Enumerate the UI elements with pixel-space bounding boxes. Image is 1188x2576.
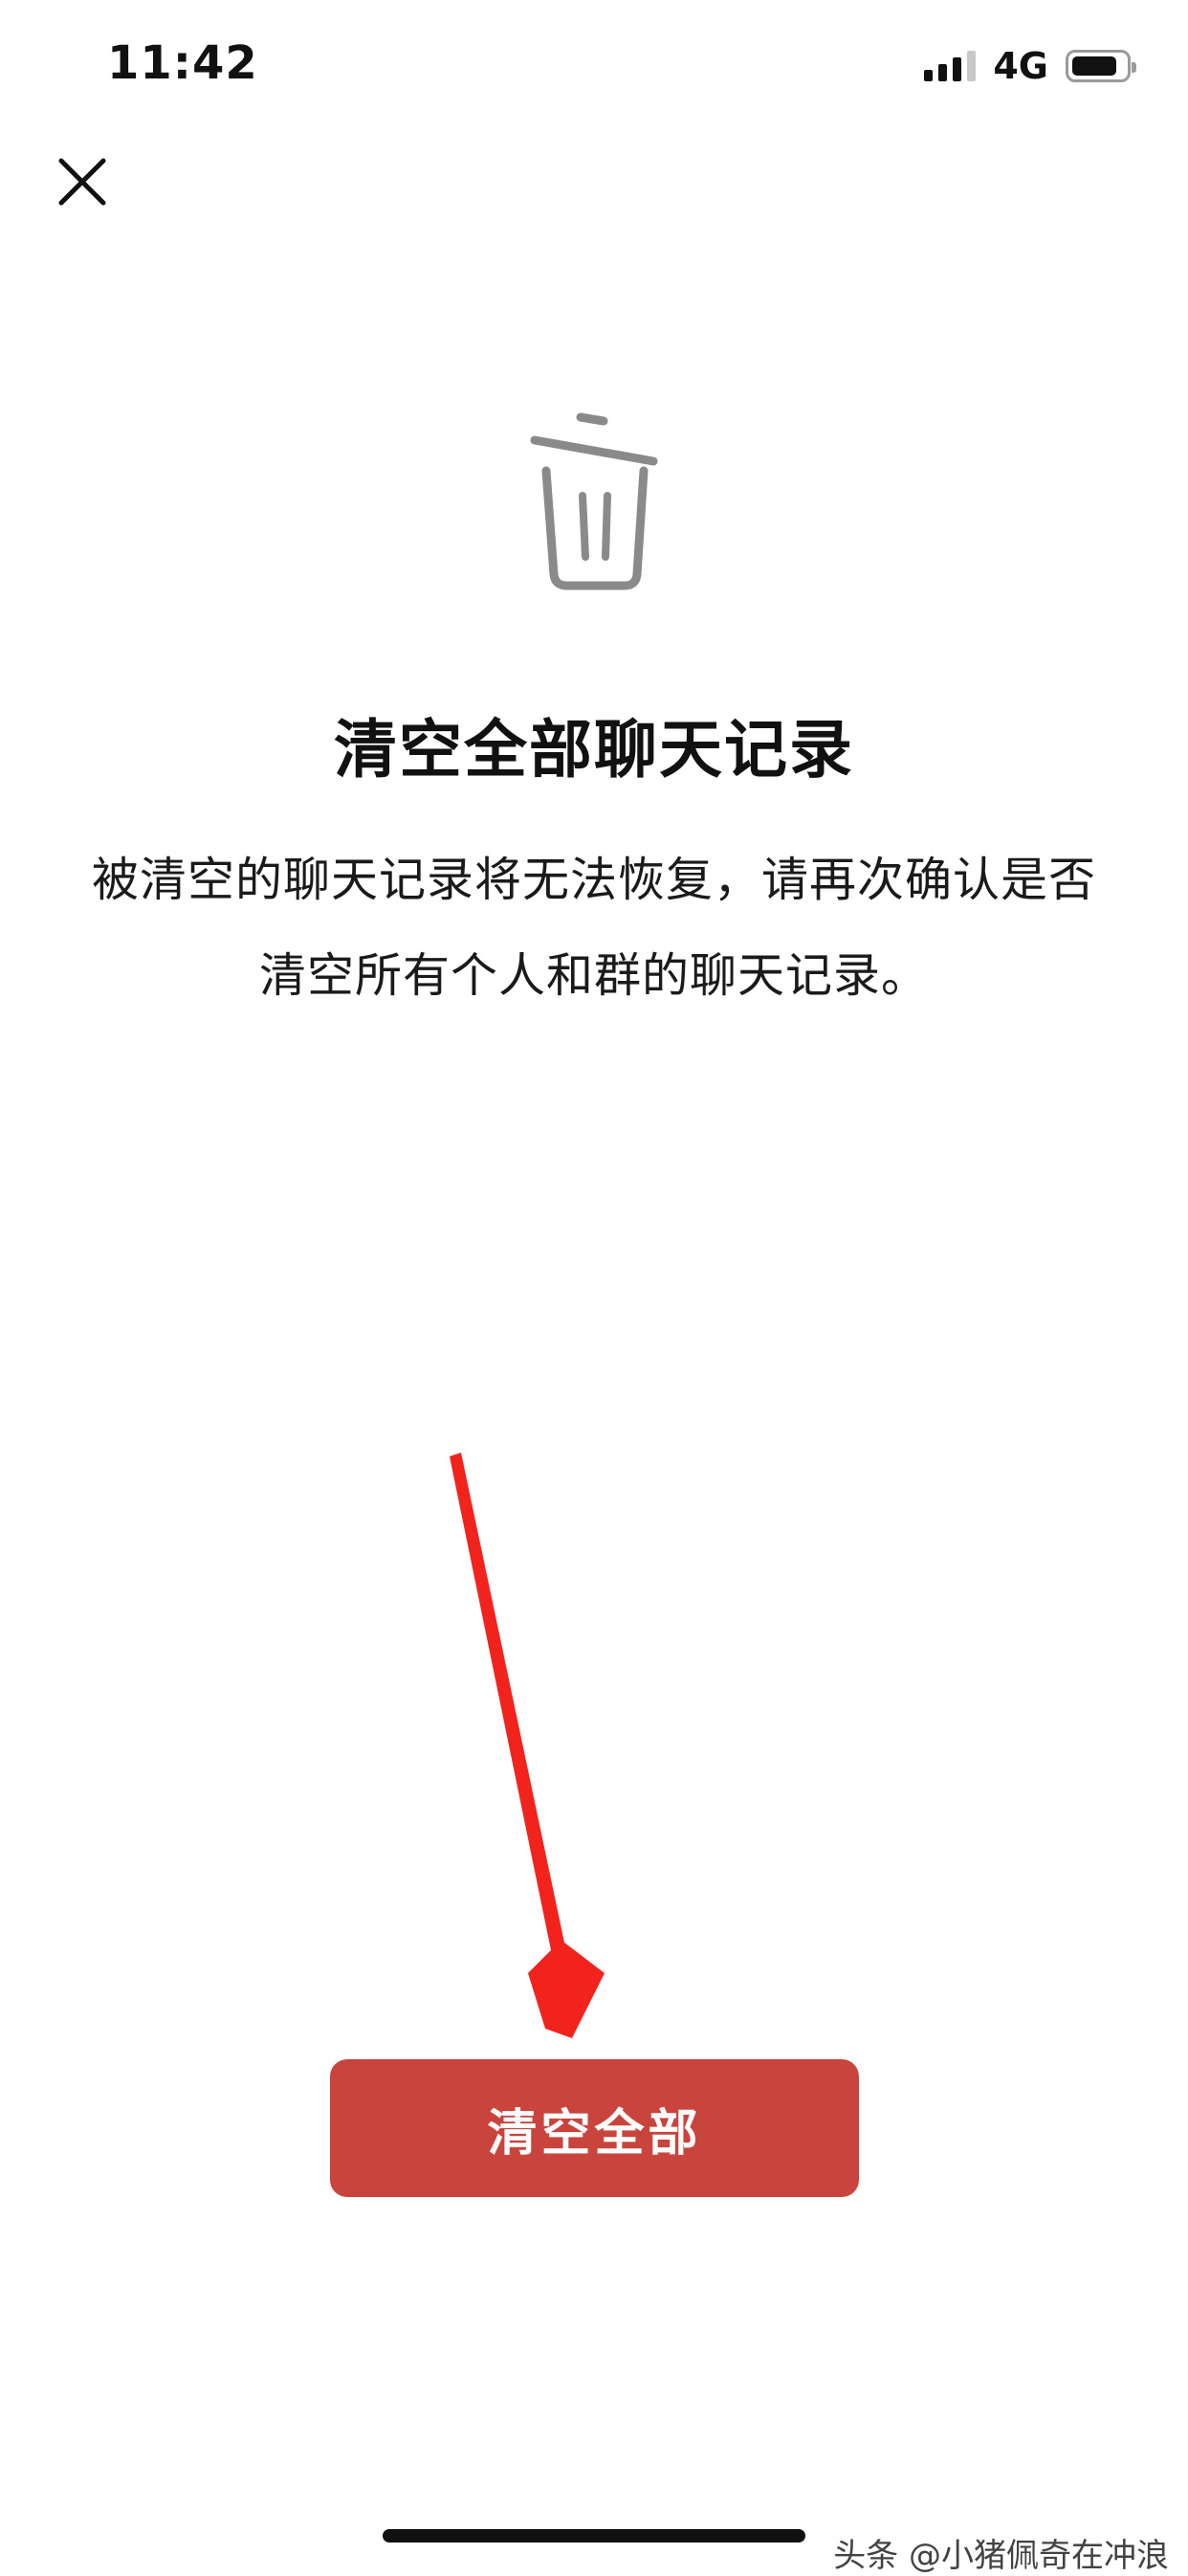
network-type: 4G <box>993 45 1048 87</box>
close-button[interactable] <box>54 153 111 211</box>
page-description: 被清空的聊天记录将无法恢复，请再次确认是否清空所有个人和群的聊天记录。 <box>91 853 1096 1003</box>
status-indicators: 4G <box>924 42 1136 90</box>
home-indicator[interactable] <box>383 2529 805 2543</box>
page-title: 清空全部聊天记录 <box>334 713 854 787</box>
battery-level <box>1072 56 1116 76</box>
status-bar: 11:42 4G <box>0 0 1188 134</box>
trash-icon <box>530 412 658 590</box>
battery-icon <box>1066 50 1136 82</box>
signal-icon <box>924 51 977 81</box>
red-arrow-icon <box>450 1453 605 2038</box>
close-icon <box>58 158 106 206</box>
status-time: 11:42 <box>107 36 258 90</box>
watermark: 头条 @小猪佩奇在冲浪 <box>833 2537 1169 2575</box>
clear-all-button[interactable]: 清空全部 <box>330 2059 859 2197</box>
